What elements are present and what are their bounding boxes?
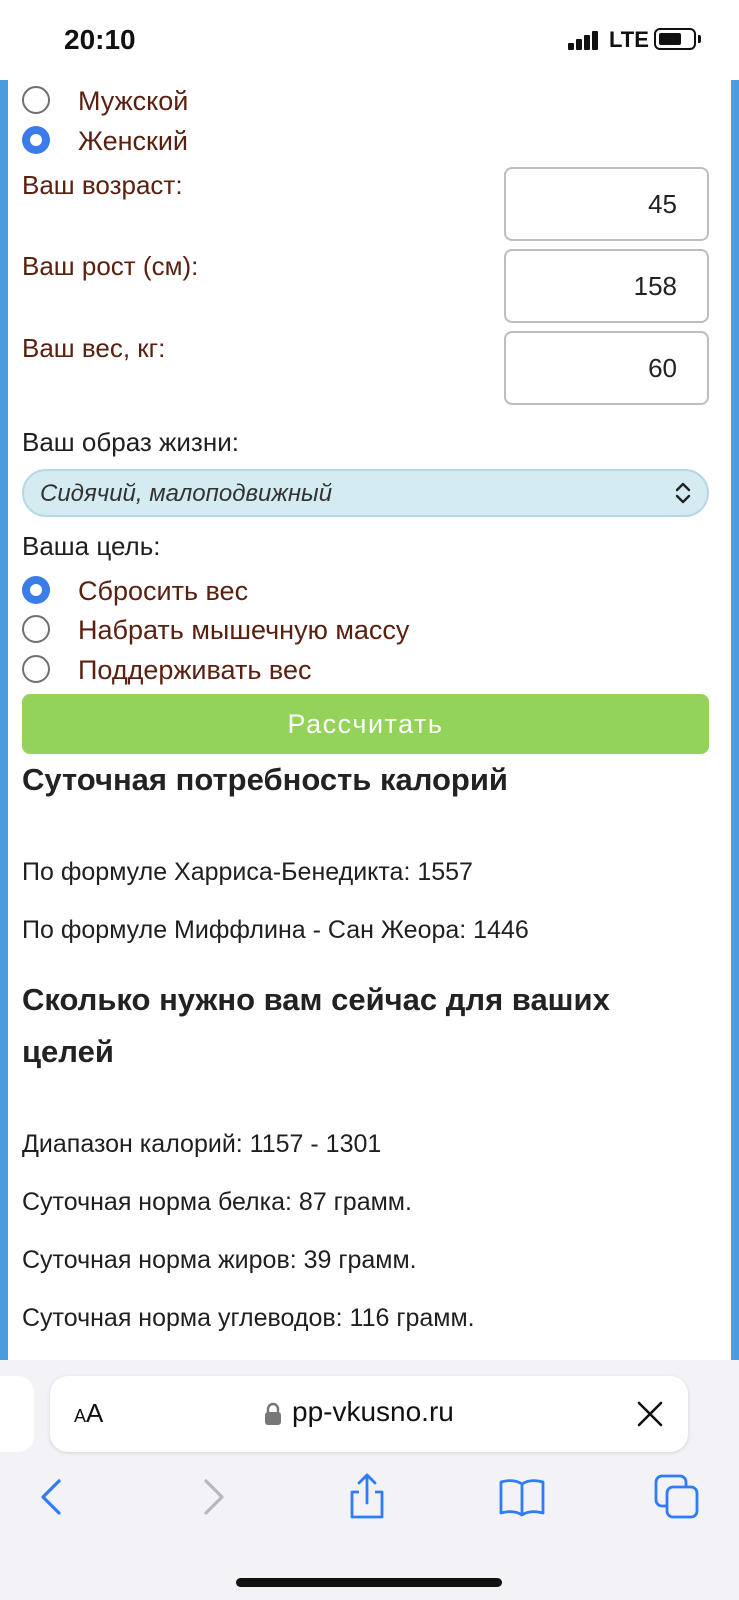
carbs-result: Суточная норма углеводов: 116 грамм. (22, 1304, 475, 1332)
url-text[interactable]: pp-vkusno.ru (292, 1396, 454, 1428)
status-time: 20:10 (64, 24, 136, 55)
age-label: Ваш возраст: (22, 170, 183, 200)
mifflin-st-jeor-result: По формуле Миффлина - Сан Жеора: 1446 (22, 916, 529, 944)
height-label: Ваш рост (см): (22, 251, 199, 281)
weight-input[interactable]: 60 (504, 331, 709, 405)
fat-result: Суточная норма жиров: 39 грамм. (22, 1246, 417, 1274)
network-type: LTE (609, 27, 649, 52)
weight-label: Ваш вес, кг: (22, 333, 166, 363)
tabs-icon[interactable] (652, 1472, 702, 1522)
back-icon[interactable] (28, 1472, 78, 1522)
goal-gain-muscle-label[interactable]: Набрать мышечную массу (78, 615, 409, 646)
share-icon[interactable] (342, 1472, 392, 1522)
goal-label: Ваша цель: (22, 531, 161, 561)
gender-female-label[interactable]: Женский (78, 126, 188, 157)
goal-maintain-weight-radio[interactable] (22, 655, 50, 683)
bookmarks-icon[interactable] (497, 1472, 547, 1522)
height-input[interactable]: 158 (504, 249, 709, 323)
cellular-signal-icon (568, 30, 600, 50)
age-input[interactable]: 45 (504, 167, 709, 241)
status-bar: 20:10 LTE (0, 0, 739, 80)
gender-male-label[interactable]: Мужской (78, 86, 188, 117)
calorie-range-result: Диапазон калорий: 1157 - 1301 (22, 1130, 382, 1158)
forward-icon[interactable] (187, 1472, 237, 1522)
lock-icon (265, 1402, 281, 1425)
browser-toolbar: AA pp-vkusno.ru (0, 1360, 739, 1600)
lifestyle-selected-value: Сидячий, малоподвижный (40, 480, 333, 507)
harris-benedict-result: По формуле Харриса-Бенедикта: 1557 (22, 858, 473, 886)
goal-gain-muscle-radio[interactable] (22, 615, 50, 643)
close-icon[interactable] (636, 1400, 664, 1428)
reader-text-size-button[interactable]: AA (74, 1398, 103, 1429)
goal-lose-weight-radio[interactable] (22, 576, 50, 604)
address-bar[interactable]: AA pp-vkusno.ru (50, 1376, 688, 1452)
calculate-button[interactable]: Рассчитать (22, 694, 709, 754)
chevron-up-down-icon (675, 482, 691, 504)
goals-heading-line-2: целей (22, 1034, 114, 1069)
gender-female-radio[interactable] (22, 126, 50, 154)
battery-icon (654, 28, 696, 50)
daily-calories-heading: Суточная потребность калорий (22, 762, 508, 797)
lifestyle-label: Ваш образ жизни: (22, 427, 239, 457)
gender-male-radio[interactable] (22, 86, 50, 114)
battery-tip (698, 35, 701, 43)
goal-maintain-weight-label[interactable]: Поддерживать вес (78, 655, 311, 686)
goals-heading-line-1: Сколько нужно вам сейчас для ваших (22, 982, 610, 1017)
goal-lose-weight-label[interactable]: Сбросить вес (78, 576, 248, 607)
previous-tab-peek[interactable] (0, 1376, 34, 1452)
lifestyle-select[interactable]: Сидячий, малоподвижный (22, 469, 709, 517)
protein-result: Суточная норма белка: 87 грамм. (22, 1188, 412, 1216)
home-indicator (236, 1578, 502, 1587)
